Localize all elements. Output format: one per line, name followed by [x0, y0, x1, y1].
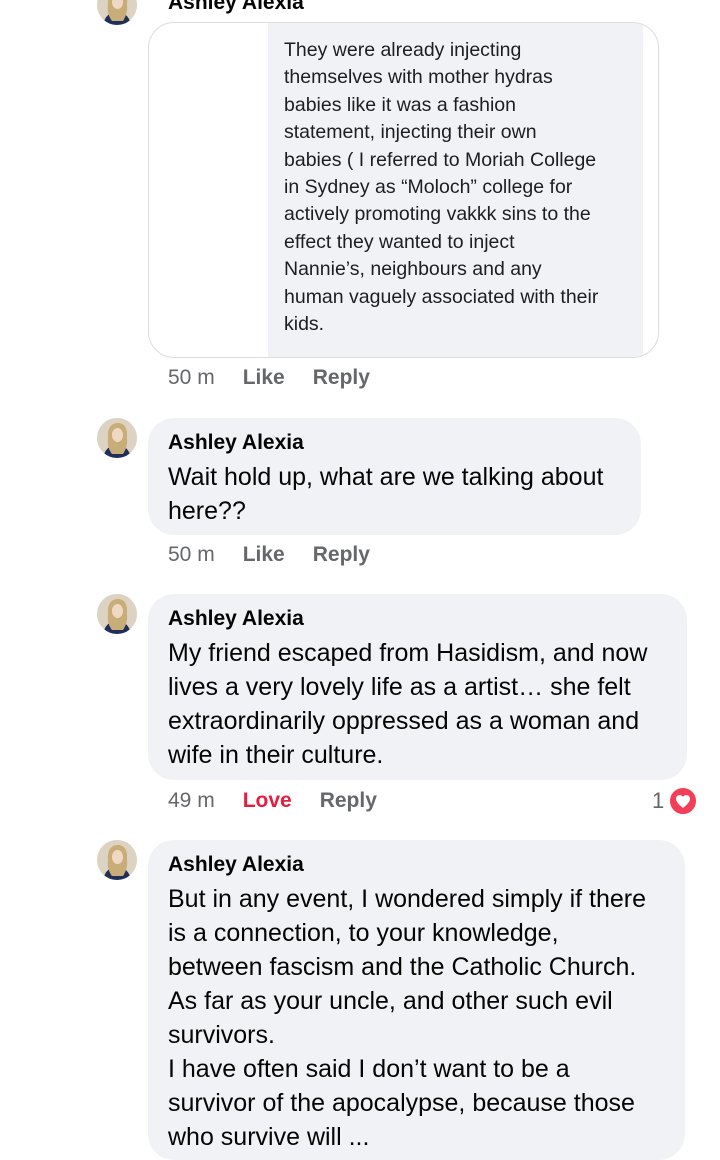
avatar[interactable] [97, 0, 137, 25]
avatar[interactable] [97, 418, 137, 458]
comment-author[interactable]: Ashley Alexia [168, 852, 665, 878]
heart-icon [668, 786, 699, 816]
comment-actions: 49 m Love Reply [168, 789, 377, 813]
quoted-comment: They were already injecting themselves w… [148, 22, 659, 358]
comment-author[interactable]: Ashley Alexia [168, 606, 667, 632]
like-button[interactable]: Like [243, 366, 285, 390]
comment-bubble[interactable]: Ashley Alexia Wait hold up, what are we … [148, 418, 641, 535]
comment-actions: 50 m Like Reply [168, 543, 370, 567]
comment-text: Wait hold up, what are we talking about … [168, 463, 604, 525]
comment-timestamp[interactable]: 50 m [168, 543, 215, 567]
comment-timestamp[interactable]: 49 m [168, 789, 215, 813]
comment-bubble[interactable]: Ashley Alexia But in any event, I wonder… [148, 840, 685, 1160]
reaction-summary[interactable]: 1 [652, 786, 699, 816]
comment-text: But in any event, I wondered simply if t… [168, 885, 647, 1151]
comment-author[interactable]: Ashley Alexia [168, 0, 304, 16]
avatar[interactable] [97, 840, 137, 880]
reply-button[interactable]: Reply [313, 366, 370, 390]
comment-text: My friend escaped from Hasidism, and now… [168, 639, 648, 769]
like-button[interactable]: Like [243, 543, 285, 567]
reply-button[interactable]: Reply [320, 789, 377, 813]
reply-button[interactable]: Reply [313, 543, 370, 567]
love-button[interactable]: Love [243, 789, 292, 813]
comment-author[interactable]: Ashley Alexia [168, 430, 621, 456]
reaction-count: 1 [652, 788, 665, 813]
quoted-comment-body: They were already injecting themselves w… [268, 23, 643, 357]
comment-timestamp[interactable]: 50 m [168, 366, 215, 390]
comment-actions: 50 m Like Reply [168, 366, 370, 390]
quoted-comment-text: They were already injecting themselves w… [284, 39, 599, 336]
comment-bubble[interactable]: Ashley Alexia My friend escaped from Has… [148, 594, 687, 780]
avatar[interactable] [97, 594, 137, 634]
